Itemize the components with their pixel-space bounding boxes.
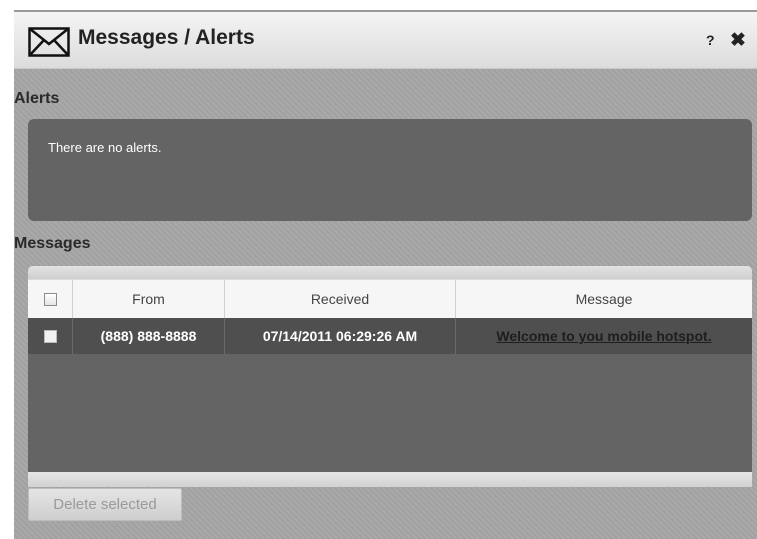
dialog-title: Messages / Alerts	[78, 26, 255, 49]
close-icon[interactable]: ✖	[730, 29, 746, 52]
message-received: 07/14/2011 06:29:26 AM	[225, 318, 456, 354]
message-link[interactable]: Welcome to you mobile hotspot.	[496, 328, 711, 344]
table-header-row: From Received Message	[28, 280, 752, 318]
alerts-empty-text: There are no alerts.	[48, 140, 162, 155]
alerts-panel: There are no alerts.	[28, 119, 752, 221]
column-header-from[interactable]: From	[73, 280, 225, 318]
select-all-checkbox[interactable]	[43, 292, 57, 306]
table-body: (888) 888-8888 07/14/2011 06:29:26 AM We…	[28, 318, 752, 472]
messages-table: From Received Message (888) 888-8888 07/…	[28, 266, 752, 487]
row-check-cell	[28, 318, 73, 354]
dialog-header: Messages / Alerts ? ✖	[14, 12, 757, 69]
delete-selected-button[interactable]: Delete selected	[28, 488, 182, 521]
messages-heading: Messages	[14, 235, 91, 252]
table-top-strip	[28, 266, 752, 279]
table-bottom-strip	[28, 472, 752, 487]
column-header-received[interactable]: Received	[225, 280, 456, 318]
row-checkbox[interactable]	[43, 329, 57, 343]
mail-icon	[28, 27, 70, 57]
messages-alerts-dialog: Messages / Alerts ? ✖ Alerts There are n…	[14, 10, 757, 539]
header-check-cell	[28, 280, 73, 318]
table-row[interactable]: (888) 888-8888 07/14/2011 06:29:26 AM We…	[28, 318, 752, 354]
column-header-message[interactable]: Message	[456, 280, 752, 318]
alerts-heading: Alerts	[14, 90, 60, 107]
message-cell: Welcome to you mobile hotspot.	[456, 318, 752, 354]
message-from: (888) 888-8888	[73, 318, 225, 354]
help-icon[interactable]: ?	[706, 32, 715, 48]
